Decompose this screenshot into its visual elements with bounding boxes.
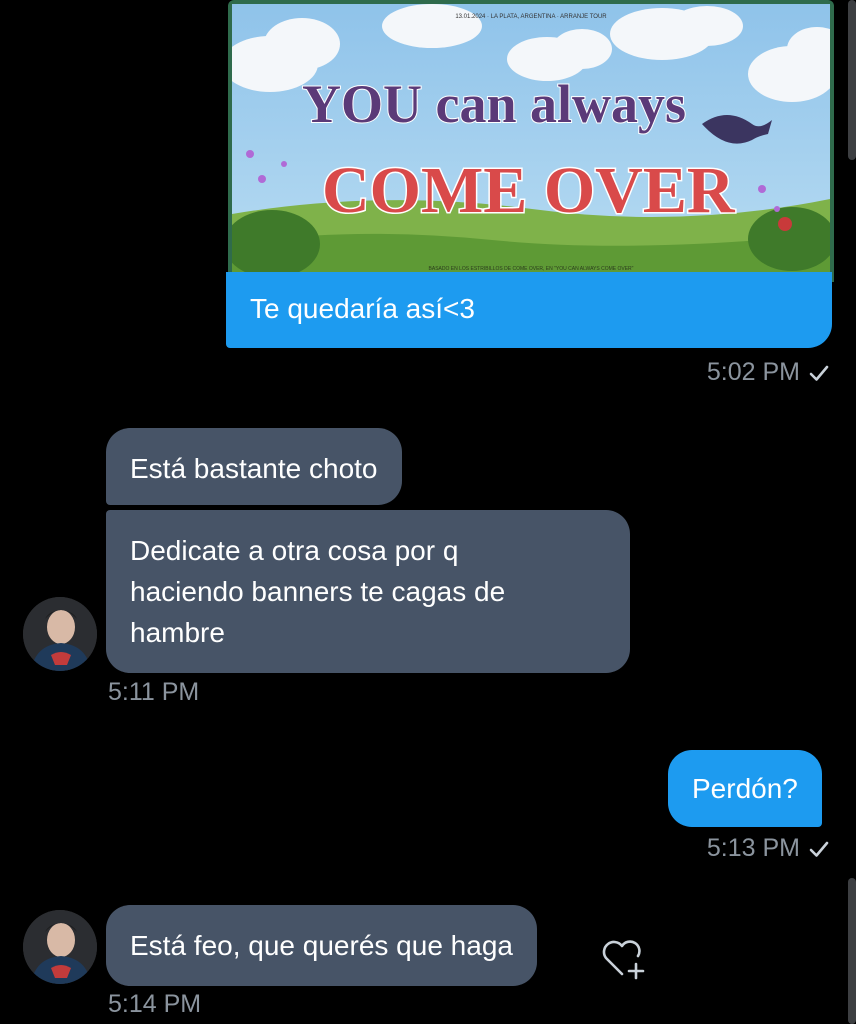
banner-headline-2: COME OVER <box>322 154 736 227</box>
message-timestamp: 5:11 PM <box>108 678 200 706</box>
message-bubble-outgoing[interactable]: Perdón? <box>668 750 822 827</box>
message-bubble-incoming[interactable]: Está bastante choto <box>106 428 402 505</box>
message-text-line: Dedicate a otra cosa por q <box>130 535 459 566</box>
message-bubble-incoming[interactable]: Está feo, que querés que haga <box>106 905 537 986</box>
message-text-line: hambre <box>130 617 225 648</box>
banner-image[interactable]: 13.01.2024 · LA PLATA, ARGENTINA · ARRAN… <box>228 0 834 282</box>
message-timestamp: 5:14 PM <box>108 990 202 1018</box>
message-timestamp: 5:13 PM <box>707 834 830 863</box>
avatar[interactable] <box>23 597 97 671</box>
message-text: Perdón? <box>692 773 798 804</box>
message-text: Te quedaría así<3 <box>250 293 475 324</box>
scrollbar-top[interactable] <box>848 0 856 160</box>
message-text: Está feo, que querés que haga <box>130 930 513 961</box>
banner-artwork: 13.01.2024 · LA PLATA, ARGENTINA · ARRAN… <box>232 4 830 278</box>
heart-plus-icon[interactable] <box>600 936 650 980</box>
avatar[interactable] <box>23 910 97 984</box>
checkmark-icon <box>809 365 829 381</box>
banner-top-text: 13.01.2024 · LA PLATA, ARGENTINA · ARRAN… <box>455 14 607 20</box>
banner-headline-1: YOU can always <box>302 74 686 134</box>
message-bubble-incoming[interactable]: Dedicate a otra cosa por q haciendo bann… <box>106 510 630 673</box>
avatar-photo <box>23 910 97 984</box>
message-bubble-outgoing[interactable]: Te quedaría así<3 <box>226 272 832 348</box>
checkmark-icon <box>809 841 829 857</box>
avatar-photo <box>23 597 97 671</box>
message-text: Está bastante choto <box>130 453 378 484</box>
scrollbar-bottom[interactable] <box>848 878 856 1024</box>
message-timestamp: 5:02 PM <box>707 358 830 387</box>
message-text-line: haciendo banners te cagas de <box>130 576 506 607</box>
